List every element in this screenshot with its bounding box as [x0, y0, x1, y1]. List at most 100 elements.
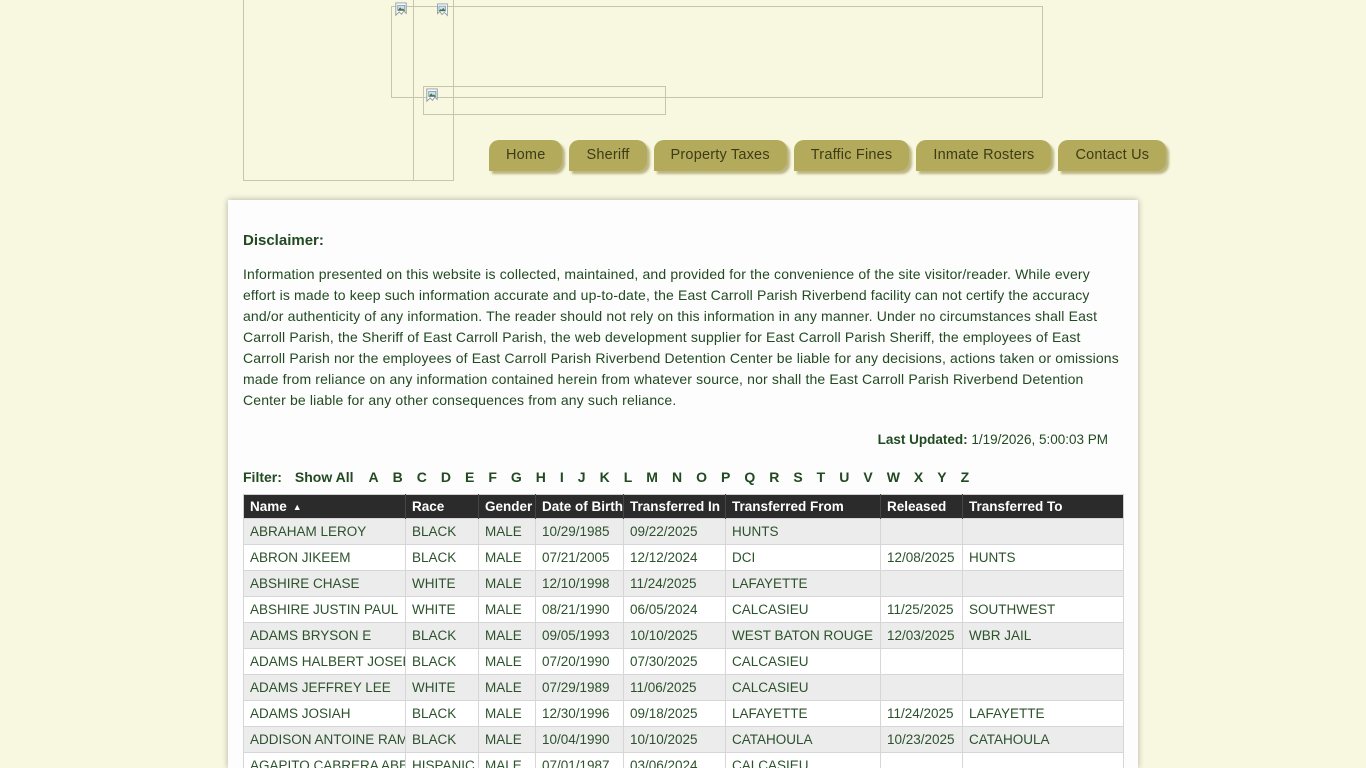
- filter-letter-L[interactable]: L: [624, 469, 633, 485]
- column-header-released[interactable]: Released: [881, 495, 963, 519]
- column-header-date-of-birth[interactable]: Date of Birth: [536, 495, 624, 519]
- table-cell: LAFAYETTE: [963, 701, 1124, 727]
- column-header-name[interactable]: Name▲: [244, 495, 406, 519]
- table-cell: 11/24/2025: [624, 571, 726, 597]
- table-cell: 09/18/2025: [624, 701, 726, 727]
- filter-letter-E[interactable]: E: [465, 469, 474, 485]
- table-cell: MALE: [479, 701, 536, 727]
- content-panel: Disclaimer: Information presented on thi…: [228, 200, 1138, 768]
- table-cell: DCI: [726, 545, 881, 571]
- nav-button-inmate-rosters[interactable]: Inmate Rosters: [916, 140, 1051, 171]
- filter-letter-H[interactable]: H: [536, 469, 546, 485]
- table-row: ADAMS JOSIAHBLACKMALE12/30/199609/18/202…: [244, 701, 1124, 727]
- table-cell: BLACK: [406, 649, 479, 675]
- table-cell: 11/24/2025: [881, 701, 963, 727]
- table-cell: 11/06/2025: [624, 675, 726, 701]
- table-cell: ADAMS JOSIAH: [244, 701, 406, 727]
- table-cell: 11/25/2025: [881, 597, 963, 623]
- table-cell: MALE: [479, 545, 536, 571]
- table-cell: [963, 571, 1124, 597]
- table-cell: 09/05/1993: [536, 623, 624, 649]
- filter-letter-T[interactable]: T: [817, 469, 826, 485]
- table-cell: CATAHOULA: [963, 727, 1124, 753]
- table-row: ADDISON ANTOINE RAMONBLACKMALE10/04/1990…: [244, 727, 1124, 753]
- table-cell: 12/03/2025: [881, 623, 963, 649]
- last-updated: Last Updated: 1/19/2026, 5:00:03 PM: [243, 432, 1123, 447]
- filter-bar: Filter: Show All ABCDEFGHIJKLMNOPQRSTUVW…: [243, 469, 1123, 485]
- column-header-transferred-in[interactable]: Transferred In: [624, 495, 726, 519]
- filter-letter-M[interactable]: M: [646, 469, 658, 485]
- filter-show-all-link[interactable]: Show All: [295, 469, 354, 485]
- column-header-transferred-to[interactable]: Transferred To: [963, 495, 1124, 519]
- table-cell: BLACK: [406, 727, 479, 753]
- table-cell: 07/21/2005: [536, 545, 624, 571]
- filter-letter-F[interactable]: F: [488, 469, 497, 485]
- filter-letter-R[interactable]: R: [769, 469, 779, 485]
- filter-letter-W[interactable]: W: [887, 469, 900, 485]
- filter-letter-Z[interactable]: Z: [961, 469, 970, 485]
- nav-bar: HomeSheriff Property TaxesTraffic FinesIn…: [489, 140, 1166, 171]
- roster-table-header-row: Name▲RaceGenderDate of BirthTransferred …: [244, 495, 1124, 519]
- filter-letter-Y[interactable]: Y: [937, 469, 946, 485]
- table-cell: MALE: [479, 753, 536, 768]
- filter-letter-O[interactable]: O: [696, 469, 707, 485]
- broken-image-icon: [393, 2, 410, 19]
- filter-letter-A[interactable]: A: [368, 469, 378, 485]
- filter-letter-B[interactable]: B: [393, 469, 403, 485]
- filter-letter-P[interactable]: P: [721, 469, 730, 485]
- table-cell: [881, 571, 963, 597]
- table-cell: WHITE: [406, 597, 479, 623]
- filter-letter-J[interactable]: J: [578, 469, 586, 485]
- table-cell: MALE: [479, 727, 536, 753]
- table-cell: LAFAYETTE: [726, 571, 881, 597]
- table-cell: 10/29/1985: [536, 519, 624, 545]
- filter-letter-N[interactable]: N: [672, 469, 682, 485]
- table-cell: CALCASIEU: [726, 753, 881, 768]
- table-cell: ADAMS JEFFREY LEE: [244, 675, 406, 701]
- column-header-transferred-from[interactable]: Transferred From: [726, 495, 881, 519]
- filter-letter-G[interactable]: G: [511, 469, 522, 485]
- table-cell: 06/05/2024: [624, 597, 726, 623]
- table-cell: 12/08/2025: [881, 545, 963, 571]
- filter-letter-X[interactable]: X: [914, 469, 923, 485]
- last-updated-label: Last Updated:: [878, 432, 968, 447]
- table-cell: MALE: [479, 571, 536, 597]
- table-cell: WEST BATON ROUGE: [726, 623, 881, 649]
- table-cell: WBR JAIL: [963, 623, 1124, 649]
- table-cell: MALE: [479, 623, 536, 649]
- nav-button-traffic-fines[interactable]: Traffic Fines: [794, 140, 910, 171]
- table-cell: BLACK: [406, 623, 479, 649]
- table-cell: CATAHOULA: [726, 727, 881, 753]
- table-row: ABSHIRE JUSTIN PAULWHITEMALE08/21/199006…: [244, 597, 1124, 623]
- sort-asc-icon: ▲: [293, 502, 302, 512]
- table-cell: ADAMS BRYSON E: [244, 623, 406, 649]
- header-box-divider: [413, 0, 414, 180]
- table-cell: WHITE: [406, 675, 479, 701]
- filter-letter-K[interactable]: K: [600, 469, 610, 485]
- table-cell: HUNTS: [726, 519, 881, 545]
- nav-button-home[interactable]: Home: [489, 140, 562, 171]
- table-cell: BLACK: [406, 545, 479, 571]
- table-cell: ADAMS HALBERT JOSEPH: [244, 649, 406, 675]
- filter-letter-V[interactable]: V: [863, 469, 872, 485]
- table-cell: 07/01/1987: [536, 753, 624, 768]
- nav-button-property-taxes[interactable]: Property Taxes: [654, 140, 787, 171]
- filter-letter-Q[interactable]: Q: [744, 469, 755, 485]
- filter-letter-C[interactable]: C: [417, 469, 427, 485]
- table-cell: 10/10/2025: [624, 623, 726, 649]
- nav-button-contact-us[interactable]: Contact Us: [1058, 140, 1166, 171]
- filter-letter-U[interactable]: U: [839, 469, 849, 485]
- roster-table: Name▲RaceGenderDate of BirthTransferred …: [243, 494, 1124, 768]
- broken-image-icon: [424, 88, 441, 105]
- filter-letter-S[interactable]: S: [793, 469, 802, 485]
- column-header-gender[interactable]: Gender: [479, 495, 536, 519]
- nav-button-sheriff[interactable]: Sheriff: [569, 140, 646, 171]
- table-row: ABRON JIKEEMBLACKMALE07/21/200512/12/202…: [244, 545, 1124, 571]
- column-header-race[interactable]: Race: [406, 495, 479, 519]
- filter-letter-D[interactable]: D: [441, 469, 451, 485]
- table-cell: 07/30/2025: [624, 649, 726, 675]
- filter-letter-I[interactable]: I: [560, 469, 564, 485]
- table-cell: ABSHIRE CHASE: [244, 571, 406, 597]
- table-cell: 12/30/1996: [536, 701, 624, 727]
- table-cell: 10/10/2025: [624, 727, 726, 753]
